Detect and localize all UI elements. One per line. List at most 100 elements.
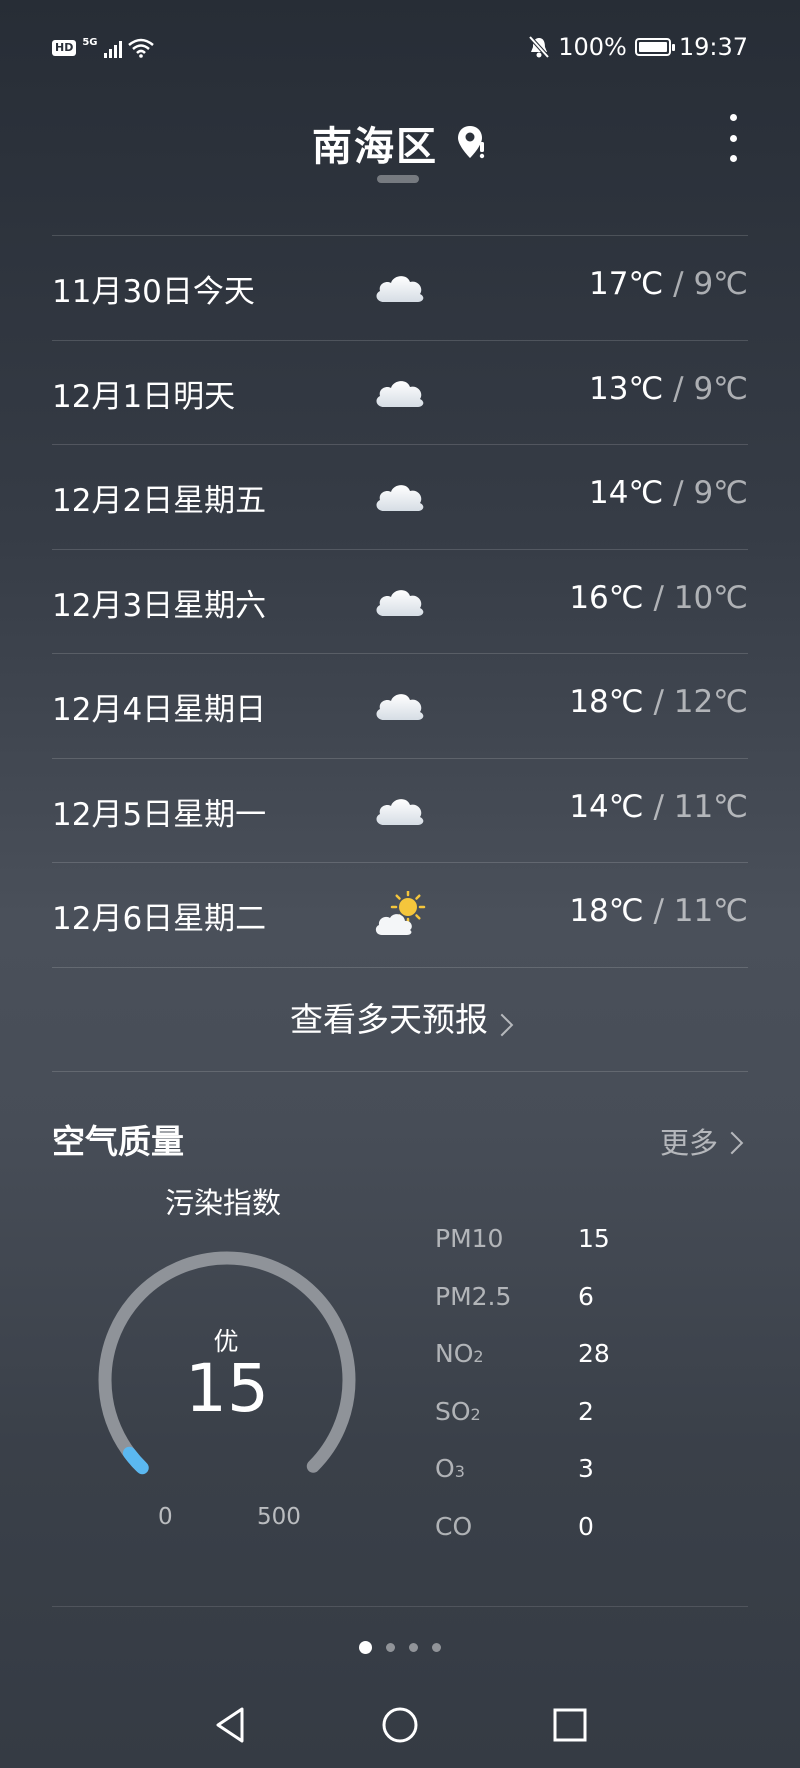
gauge-min: 0	[158, 1504, 173, 1530]
wifi-icon	[127, 38, 154, 58]
aqi-value: 15	[185, 1350, 269, 1427]
temp-low: / 11℃	[653, 788, 748, 825]
temp-high: 18℃	[569, 684, 654, 720]
page-dot[interactable]	[409, 1643, 418, 1652]
cloud-icon	[376, 694, 424, 720]
forecast-day-row[interactable]: 12月2日星期五 14℃ / 9℃	[52, 445, 748, 550]
cloud-icon	[372, 682, 428, 726]
back-button[interactable]	[190, 1690, 270, 1760]
pollutant-value: 0	[578, 1511, 594, 1541]
pollutant-name: PM10	[435, 1224, 504, 1253]
forecast-day-label: 12月3日星期六	[52, 587, 267, 624]
pollutant-row: O3 3	[435, 1440, 735, 1498]
page-dot[interactable]	[386, 1643, 395, 1652]
forecast-day-row[interactable]: 11月30日今天 17℃ / 9℃	[52, 236, 748, 341]
partly-sunny-icon	[372, 889, 428, 935]
gauge-fill	[122, 1446, 149, 1475]
temp-high: 14℃	[589, 475, 674, 511]
recents-button[interactable]	[530, 1690, 610, 1760]
chevron-right-icon	[720, 1131, 744, 1155]
home-button[interactable]	[360, 1690, 440, 1760]
cloud-icon	[376, 380, 424, 407]
page-indicator	[0, 1641, 800, 1654]
cloud-icon	[376, 276, 424, 302]
forecast-temp: 14℃ / 9℃	[589, 475, 748, 511]
pollutant-value: 2	[578, 1396, 594, 1426]
forecast-day-row[interactable]: 12月6日星期二 18℃ / 11℃	[52, 863, 748, 968]
pollutant-value: 28	[578, 1339, 610, 1368]
status-right: 100% 19:37	[528, 33, 748, 61]
back-icon	[216, 1707, 244, 1743]
temp-low: / 11℃	[653, 893, 748, 929]
forecast-temp: 16℃ / 10℃	[569, 580, 748, 616]
more-forecast-label: 查看多天预报	[290, 1000, 488, 1039]
forecast-temp: 14℃ / 11℃	[569, 789, 748, 825]
pollutant-name: CO	[435, 1511, 473, 1541]
more-forecast-link[interactable]: 查看多天预报	[52, 968, 748, 1072]
pollutant-value: 3	[578, 1454, 594, 1483]
recents-icon	[553, 1708, 587, 1742]
pollutant-row: PM2.5 6	[435, 1268, 735, 1326]
pollutant-row: PM10 15	[435, 1210, 735, 1268]
battery-percent: 100%	[558, 33, 627, 61]
divider	[52, 1606, 748, 1607]
page-dot[interactable]	[432, 1643, 441, 1652]
battery-icon	[634, 38, 675, 56]
temp-high: 14℃	[569, 788, 654, 825]
air-quality-title: 空气质量	[52, 1122, 184, 1161]
forecast-day-label: 12月1日明天	[52, 378, 236, 415]
forecast-temp: 17℃ / 9℃	[589, 266, 748, 302]
forecast-temp: 13℃ / 9℃	[589, 371, 748, 407]
cloud-icon	[372, 473, 428, 517]
forecast-day-label: 11月30日今天	[52, 274, 255, 310]
pollutant-name: O3	[435, 1454, 465, 1483]
mute-bell-icon	[528, 35, 550, 59]
temp-low: / 9℃	[673, 266, 748, 302]
forecast-day-row[interactable]: 12月3日星期六 16℃ / 10℃	[52, 550, 748, 654]
chevron-right-icon	[490, 1013, 514, 1036]
cloud-icon	[376, 485, 424, 511]
home-icon	[382, 1707, 418, 1743]
hd-icon: HD	[52, 40, 77, 56]
cutoff-row-remnant	[377, 175, 419, 183]
temp-low: / 9℃	[673, 370, 748, 407]
pollutant-row: SO2 2	[435, 1383, 735, 1441]
pollutant-list: PM10 15 PM2.5 6 NO2 28 SO2 2 O3 3 CO 0	[435, 1210, 735, 1555]
pollutant-name: PM2.5	[435, 1281, 512, 1311]
forecast-day-row[interactable]: 12月1日明天 13℃ / 9℃	[52, 341, 748, 445]
forecast-day-label: 12月6日星期二	[52, 901, 267, 937]
temp-low: / 12℃	[653, 684, 748, 720]
clock: 19:37	[678, 33, 748, 61]
pollutant-name: NO2	[435, 1339, 484, 1368]
pollutant-value: 15	[578, 1224, 610, 1253]
forecast-day-row[interactable]: 12月5日星期一 14℃ / 11℃	[52, 759, 748, 863]
cloud-icon	[376, 589, 424, 616]
temp-high: 18℃	[569, 893, 654, 929]
pollutant-row: NO2 28	[435, 1325, 735, 1383]
forecast-list: 11月30日今天 17℃ / 9℃ 12月1日明天 13℃ / 9℃ 12月2日…	[52, 130, 748, 968]
status-left: HD 5G	[52, 38, 154, 58]
forecast-temp: 18℃ / 12℃	[569, 684, 748, 720]
temp-high: 17℃	[589, 266, 674, 302]
cloud-icon	[372, 264, 428, 308]
gauge-max: 500	[257, 1504, 301, 1530]
cloud-icon	[372, 787, 428, 831]
cloud-icon	[372, 369, 428, 413]
air-quality-more-link[interactable]: 更多	[659, 1120, 744, 1162]
forecast-day-row[interactable]: 12月4日星期日 18℃ / 12℃	[52, 654, 748, 759]
cutoff-row	[52, 130, 748, 236]
temp-low: / 9℃	[673, 475, 748, 511]
temp-high: 13℃	[589, 370, 674, 407]
cloud-icon	[376, 798, 424, 825]
signal-icon	[103, 38, 122, 58]
temp-low: / 10℃	[653, 579, 748, 616]
pollutant-row: CO 0	[435, 1498, 735, 1556]
page-dot[interactable]	[359, 1641, 372, 1654]
status-bar: HD 5G 100% 19:37	[0, 0, 800, 100]
cloud-icon	[372, 578, 428, 622]
temp-high: 16℃	[569, 579, 654, 616]
system-nav-bar	[0, 1690, 800, 1768]
forecast-temp: 18℃ / 11℃	[569, 893, 748, 929]
air-quality-more-label: 更多	[659, 1126, 718, 1160]
forecast-day-label: 12月4日星期日	[52, 692, 267, 728]
